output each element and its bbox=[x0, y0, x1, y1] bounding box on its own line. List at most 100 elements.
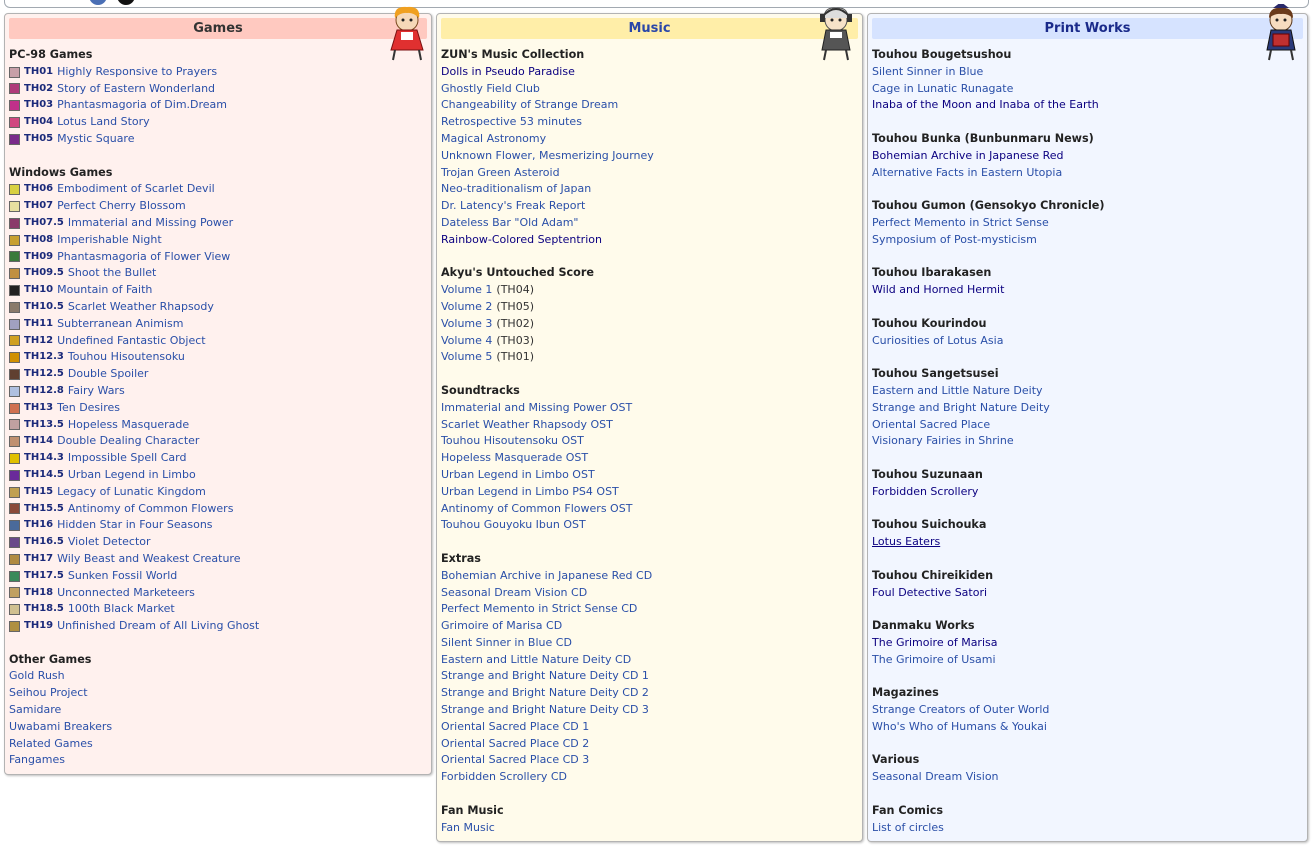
link-antinomy-of-common-flowers-ost[interactable]: Antinomy of Common Flowers OST bbox=[441, 501, 632, 518]
link-fan-music[interactable]: Fan Music bbox=[441, 820, 495, 837]
link-bohemian-archive-in-japanese-red[interactable]: Bohemian Archive in Japanese Red bbox=[872, 148, 1064, 165]
link-seihou-project[interactable]: Seihou Project bbox=[9, 685, 88, 702]
link-bohemian-archive-in-japanese-red-cd[interactable]: Bohemian Archive in Japanese Red CD bbox=[441, 568, 652, 585]
link-touhou-hisoutensoku-ost[interactable]: Touhou Hisoutensoku OST bbox=[441, 433, 584, 450]
link-shoot-the-bullet[interactable]: Shoot the Bullet bbox=[68, 265, 156, 282]
link-changeability-of-strange-dream[interactable]: Changeability of Strange Dream bbox=[441, 97, 618, 114]
link-perfect-memento-in-strict-sense-cd[interactable]: Perfect Memento in Strict Sense CD bbox=[441, 601, 637, 618]
link-hopeless-masquerade-ost[interactable]: Hopeless Masquerade OST bbox=[441, 450, 588, 467]
link-grimoire-of-marisa-cd[interactable]: Grimoire of Marisa CD bbox=[441, 618, 562, 635]
link-strange-and-bright-nature-deity-cd-1[interactable]: Strange and Bright Nature Deity CD 1 bbox=[441, 668, 649, 685]
black-circle-icon[interactable] bbox=[117, 0, 135, 5]
link-sunken-fossil-world[interactable]: Sunken Fossil World bbox=[68, 568, 177, 585]
link-hidden-star-in-four-seasons[interactable]: Hidden Star in Four Seasons bbox=[57, 517, 212, 534]
link-curiosities-of-lotus-asia[interactable]: Curiosities of Lotus Asia bbox=[872, 333, 1003, 350]
link-mountain-of-faith[interactable]: Mountain of Faith bbox=[57, 282, 152, 299]
link-forbidden-scrollery-cd[interactable]: Forbidden Scrollery CD bbox=[441, 769, 567, 786]
link-samidare[interactable]: Samidare bbox=[9, 702, 61, 719]
link-uwabami-breakers[interactable]: Uwabami Breakers bbox=[9, 719, 112, 736]
link-urban-legend-in-limbo[interactable]: Urban Legend in Limbo bbox=[68, 467, 196, 484]
link-hopeless-masquerade[interactable]: Hopeless Masquerade bbox=[68, 417, 189, 434]
link-unknown-flower-mesmerizing-journey[interactable]: Unknown Flower, Mesmerizing Journey bbox=[441, 148, 654, 165]
link-cage-in-lunatic-runagate[interactable]: Cage in Lunatic Runagate bbox=[872, 81, 1013, 98]
link-trojan-green-asteroid[interactable]: Trojan Green Asteroid bbox=[441, 165, 560, 182]
link-dateless-bar-old-adam[interactable]: Dateless Bar "Old Adam" bbox=[441, 215, 578, 232]
link-perfect-cherry-blossom[interactable]: Perfect Cherry Blossom bbox=[57, 198, 186, 215]
link-silent-sinner-in-blue-cd[interactable]: Silent Sinner in Blue CD bbox=[441, 635, 572, 652]
link-magical-astronomy[interactable]: Magical Astronomy bbox=[441, 131, 546, 148]
link-retrospective-53-minutes[interactable]: Retrospective 53 minutes bbox=[441, 114, 582, 131]
link-the-grimoire-of-marisa[interactable]: The Grimoire of Marisa bbox=[872, 635, 998, 652]
link-phantasmagoria-of-dim-dream[interactable]: Phantasmagoria of Dim.Dream bbox=[57, 97, 227, 114]
music-header[interactable]: Music bbox=[441, 18, 858, 39]
games-header[interactable]: Games bbox=[9, 18, 427, 39]
link-foul-detective-satori[interactable]: Foul Detective Satori bbox=[872, 585, 987, 602]
link-lotus-eaters[interactable]: Lotus Eaters bbox=[872, 534, 940, 551]
link-perfect-memento-in-strict-sense[interactable]: Perfect Memento in Strict Sense bbox=[872, 215, 1049, 232]
link-volume-2[interactable]: Volume 2 bbox=[441, 299, 492, 316]
link-immaterial-and-missing-power-ost[interactable]: Immaterial and Missing Power OST bbox=[441, 400, 632, 417]
link-strange-and-bright-nature-deity[interactable]: Strange and Bright Nature Deity bbox=[872, 400, 1050, 417]
link-dr-latency-s-freak-report[interactable]: Dr. Latency's Freak Report bbox=[441, 198, 585, 215]
link-rainbow-colored-septentrion[interactable]: Rainbow-Colored Septentrion bbox=[441, 232, 602, 249]
print-works-header[interactable]: Print Works bbox=[872, 18, 1303, 39]
link-urban-legend-in-limbo-ost[interactable]: Urban Legend in Limbo OST bbox=[441, 467, 595, 484]
link-unconnected-marketeers[interactable]: Unconnected Marketeers bbox=[57, 585, 195, 602]
link-who-s-who-of-humans-youkai[interactable]: Who's Who of Humans & Youkai bbox=[872, 719, 1047, 736]
link-strange-and-bright-nature-deity-cd-3[interactable]: Strange and Bright Nature Deity CD 3 bbox=[441, 702, 649, 719]
link-mystic-square[interactable]: Mystic Square bbox=[57, 131, 134, 148]
link-oriental-sacred-place-cd-1[interactable]: Oriental Sacred Place CD 1 bbox=[441, 719, 589, 736]
link-fangames[interactable]: Fangames bbox=[9, 752, 65, 769]
link-wild-and-horned-hermit[interactable]: Wild and Horned Hermit bbox=[872, 282, 1004, 299]
link-touhou-hisoutensoku[interactable]: Touhou Hisoutensoku bbox=[68, 349, 185, 366]
link-strange-creators-of-outer-world[interactable]: Strange Creators of Outer World bbox=[872, 702, 1049, 719]
link-double-spoiler[interactable]: Double Spoiler bbox=[68, 366, 149, 383]
link-phantasmagoria-of-flower-view[interactable]: Phantasmagoria of Flower View bbox=[57, 249, 230, 266]
link-inaba-of-the-moon-and-inaba-of-the-earth[interactable]: Inaba of the Moon and Inaba of the Earth bbox=[872, 97, 1099, 114]
link-urban-legend-in-limbo-ps4-ost[interactable]: Urban Legend in Limbo PS4 OST bbox=[441, 484, 619, 501]
link-highly-responsive-to-prayers[interactable]: Highly Responsive to Prayers bbox=[57, 64, 217, 81]
link-neo-traditionalism-of-japan[interactable]: Neo-traditionalism of Japan bbox=[441, 181, 591, 198]
link-scarlet-weather-rhapsody[interactable]: Scarlet Weather Rhapsody bbox=[68, 299, 214, 316]
link-ten-desires[interactable]: Ten Desires bbox=[57, 400, 120, 417]
link-double-dealing-character[interactable]: Double Dealing Character bbox=[57, 433, 199, 450]
link-wily-beast-and-weakest-creature[interactable]: Wily Beast and Weakest Creature bbox=[57, 551, 240, 568]
link-imperishable-night[interactable]: Imperishable Night bbox=[57, 232, 162, 249]
link-gold-rush[interactable]: Gold Rush bbox=[9, 668, 65, 685]
link-oriental-sacred-place-cd-2[interactable]: Oriental Sacred Place CD 2 bbox=[441, 736, 589, 753]
link-embodiment-of-scarlet-devil[interactable]: Embodiment of Scarlet Devil bbox=[57, 181, 215, 198]
blue-circle-icon[interactable] bbox=[89, 0, 107, 5]
link-list-of-circles[interactable]: List of circles bbox=[872, 820, 944, 837]
link-100th-black-market[interactable]: 100th Black Market bbox=[68, 601, 175, 618]
link-oriental-sacred-place[interactable]: Oriental Sacred Place bbox=[872, 417, 990, 434]
link-seasonal-dream-vision[interactable]: Seasonal Dream Vision bbox=[872, 769, 999, 786]
link-alternative-facts-in-eastern-utopia[interactable]: Alternative Facts in Eastern Utopia bbox=[872, 165, 1062, 182]
link-scarlet-weather-rhapsody-ost[interactable]: Scarlet Weather Rhapsody OST bbox=[441, 417, 613, 434]
link-silent-sinner-in-blue[interactable]: Silent Sinner in Blue bbox=[872, 64, 983, 81]
link-touhou-gouyoku-ibun-ost[interactable]: Touhou Gouyoku Ibun OST bbox=[441, 517, 586, 534]
link-volume-1[interactable]: Volume 1 bbox=[441, 282, 492, 299]
link-eastern-and-little-nature-deity[interactable]: Eastern and Little Nature Deity bbox=[872, 383, 1043, 400]
link-oriental-sacred-place-cd-3[interactable]: Oriental Sacred Place CD 3 bbox=[441, 752, 589, 769]
link-impossible-spell-card[interactable]: Impossible Spell Card bbox=[68, 450, 187, 467]
link-forbidden-scrollery[interactable]: Forbidden Scrollery bbox=[872, 484, 978, 501]
link-visionary-fairies-in-shrine[interactable]: Visionary Fairies in Shrine bbox=[872, 433, 1014, 450]
link-legacy-of-lunatic-kingdom[interactable]: Legacy of Lunatic Kingdom bbox=[57, 484, 206, 501]
link-violet-detector[interactable]: Violet Detector bbox=[68, 534, 151, 551]
link-symposium-of-post-mysticism[interactable]: Symposium of Post-mysticism bbox=[872, 232, 1037, 249]
link-strange-and-bright-nature-deity-cd-2[interactable]: Strange and Bright Nature Deity CD 2 bbox=[441, 685, 649, 702]
link-eastern-and-little-nature-deity-cd[interactable]: Eastern and Little Nature Deity CD bbox=[441, 652, 631, 669]
link-story-of-eastern-wonderland[interactable]: Story of Eastern Wonderland bbox=[57, 81, 215, 98]
link-volume-4[interactable]: Volume 4 bbox=[441, 333, 492, 350]
link-unfinished-dream-of-all-living-ghost[interactable]: Unfinished Dream of All Living Ghost bbox=[57, 618, 259, 635]
link-ghostly-field-club[interactable]: Ghostly Field Club bbox=[441, 81, 540, 98]
link-immaterial-and-missing-power[interactable]: Immaterial and Missing Power bbox=[68, 215, 233, 232]
link-fairy-wars[interactable]: Fairy Wars bbox=[68, 383, 125, 400]
link-antinomy-of-common-flowers[interactable]: Antinomy of Common Flowers bbox=[68, 501, 234, 518]
link-undefined-fantastic-object[interactable]: Undefined Fantastic Object bbox=[57, 333, 205, 350]
link-dolls-in-pseudo-paradise[interactable]: Dolls in Pseudo Paradise bbox=[441, 64, 575, 81]
link-related-games[interactable]: Related Games bbox=[9, 736, 93, 753]
link-seasonal-dream-vision-cd[interactable]: Seasonal Dream Vision CD bbox=[441, 585, 587, 602]
link-subterranean-animism[interactable]: Subterranean Animism bbox=[57, 316, 183, 333]
link-volume-5[interactable]: Volume 5 bbox=[441, 349, 492, 366]
